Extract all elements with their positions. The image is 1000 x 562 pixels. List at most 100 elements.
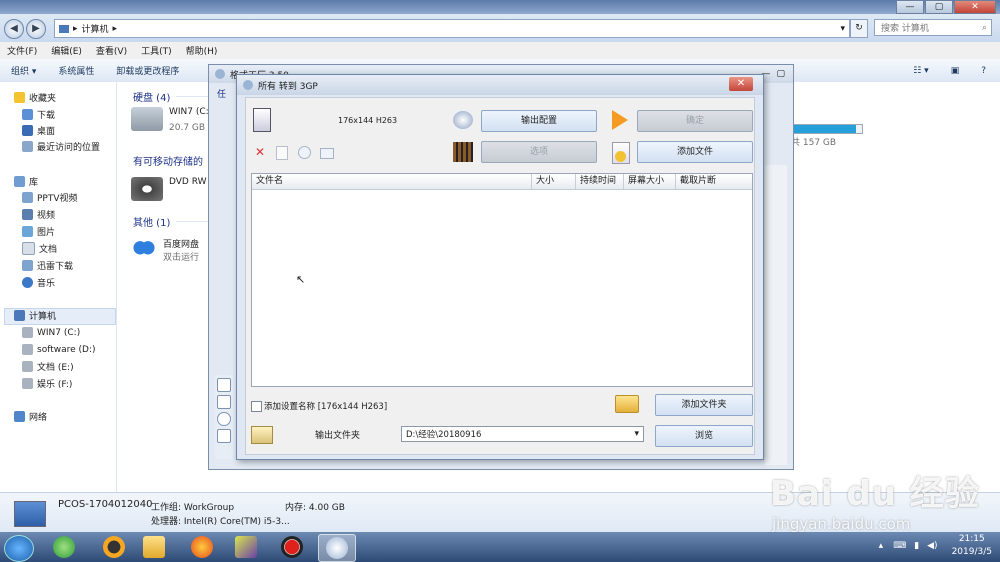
3gp-format-icon <box>253 108 271 132</box>
col-clip[interactable]: 截取片断 <box>676 174 752 189</box>
dvd-drive-tile[interactable]: DVD RW <box>131 177 207 201</box>
ok-button[interactable]: 确定 <box>637 110 753 132</box>
breadcrumb-chevron-icon[interactable]: ▸ <box>113 24 118 34</box>
menu-view[interactable]: 查看(V) <box>89 44 134 57</box>
bg-tab-label[interactable]: 任 <box>217 87 237 101</box>
menu-tools[interactable]: 工具(T) <box>134 44 179 57</box>
nav-documents[interactable]: 文档 <box>22 241 57 256</box>
nav-videos[interactable]: 视频 <box>22 207 55 222</box>
search-icon: ⌕ <box>981 22 987 33</box>
nav-drive-e[interactable]: 文档 (E:) <box>22 359 74 374</box>
col-size[interactable]: 大小 <box>532 174 576 189</box>
dialog-close-button[interactable]: ✕ <box>729 77 753 91</box>
menu-edit[interactable]: 编辑(E) <box>44 44 89 57</box>
refresh-button[interactable]: ↻ <box>850 19 868 38</box>
col-filename[interactable]: 文件名 <box>252 174 532 189</box>
bg-scrollbar[interactable] <box>765 165 787 465</box>
star-icon <box>14 92 25 103</box>
dialog-title: 所有 转到 3GP <box>258 81 318 92</box>
clear-list-icon[interactable] <box>276 146 288 160</box>
view-options-icon[interactable]: ☷ ▾ <box>902 66 939 76</box>
col-screen-size[interactable]: 屏幕大小 <box>624 174 676 189</box>
task-360-browser[interactable] <box>46 534 82 560</box>
baidu-netdisk-tile[interactable]: 百度网盘 双击运行 <box>131 237 199 263</box>
preview-pane-icon[interactable]: ▣ <box>940 66 971 76</box>
media-info-icon[interactable] <box>320 148 334 159</box>
window-title-strip <box>0 0 1000 14</box>
nav-favorites[interactable]: 收藏夹 <box>14 90 56 105</box>
add-folder-button[interactable]: 添加文件夹 <box>655 394 753 416</box>
address-bar[interactable]: ▸ 计算机 ▸ ▾ <box>54 19 850 38</box>
nav-libraries[interactable]: 库 <box>14 174 38 189</box>
back-button[interactable]: ◀ <box>4 19 24 39</box>
task-qq[interactable] <box>96 534 132 560</box>
nav-desktop[interactable]: 桌面 <box>22 123 55 138</box>
nav-computer[interactable]: 计算机 <box>14 308 56 323</box>
uninstall-program-button[interactable]: 卸载或更改程序 <box>105 64 190 77</box>
computer-icon <box>59 24 69 33</box>
watermark-brand: Bai du 经验 <box>770 474 980 514</box>
bg-maximize-button[interactable]: ▢ <box>776 69 785 79</box>
col-duration[interactable]: 持续时间 <box>576 174 624 189</box>
nav-network[interactable]: 网络 <box>14 409 47 424</box>
baidu-netdisk-desc: 双击运行 <box>163 253 200 263</box>
output-folder-select[interactable]: D:\经验\20180916 ▾ <box>401 426 644 442</box>
app-icon <box>215 69 225 79</box>
add-setting-name-checkbox[interactable] <box>251 400 262 412</box>
tray-network-icon[interactable]: ▮ <box>914 541 919 551</box>
windows-drive-icon <box>131 107 163 131</box>
breadcrumb-computer[interactable]: 计算机 <box>82 22 109 35</box>
nav-pictures[interactable]: 图片 <box>22 224 55 239</box>
output-config-button[interactable]: 输出配置 <box>481 110 597 132</box>
organize-button[interactable]: 组织 ▾ <box>0 64 47 77</box>
address-dropdown-icon[interactable]: ▾ <box>840 24 845 34</box>
task-media[interactable] <box>228 534 264 560</box>
video-options-icon <box>453 142 473 162</box>
nav-drive-c[interactable]: WIN7 (C:) <box>22 325 80 340</box>
start-button[interactable] <box>4 535 34 562</box>
system-properties-button[interactable]: 系统属性 <box>47 64 105 77</box>
nav-drive-f[interactable]: 娱乐 (F:) <box>22 376 72 391</box>
nav-downloads[interactable]: 下载 <box>22 107 55 122</box>
task-recorder[interactable] <box>274 534 310 560</box>
baidu-jingyan-watermark: Bai du 经验 jingyan.baidu.com <box>770 458 998 538</box>
search-input[interactable]: 搜索 计算机 ⌕ <box>874 19 992 36</box>
remove-icon[interactable]: ✕ <box>255 145 265 159</box>
rom-category-icon[interactable] <box>217 412 231 426</box>
drive-total-size: 共 157 GB <box>791 138 837 148</box>
add-file-button[interactable]: 添加文件 <box>637 141 753 163</box>
group-removable: 有可移动存储的 <box>133 153 203 168</box>
picture-category-icon[interactable] <box>217 395 231 409</box>
nav-pptv[interactable]: PPTV视频 <box>22 190 78 205</box>
record-icon <box>281 536 303 558</box>
drive-c-tile[interactable]: WIN7 (C:) 20.7 GB <box>131 107 212 133</box>
tools-category-icon[interactable] <box>217 429 231 443</box>
menu-file[interactable]: 文件(F) <box>0 44 44 57</box>
options-button[interactable]: 选项 <box>481 141 597 163</box>
maximize-button[interactable]: ▢ <box>925 0 953 14</box>
clock-date: 2019/3/5 <box>951 547 992 557</box>
help-icon[interactable]: ? <box>970 66 1000 76</box>
play-icon[interactable] <box>298 146 311 159</box>
details-pc-name: PCOS-1704012040 <box>58 499 153 510</box>
forward-button[interactable]: ▶ <box>26 19 46 39</box>
dialog-titlebar: 所有 转到 3GP <box>237 75 763 95</box>
browse-button[interactable]: 浏览 <box>655 425 753 447</box>
tray-volume-icon[interactable]: ◀) <box>927 541 937 551</box>
menu-help[interactable]: 帮助(H) <box>179 44 225 57</box>
task-firefox[interactable] <box>184 534 220 560</box>
file-list[interactable]: 文件名 大小 持续时间 屏幕大小 截取片断 ↖ <box>251 173 753 387</box>
nav-xunlei[interactable]: 迅雷下载 <box>22 258 73 273</box>
task-explorer[interactable] <box>136 534 172 560</box>
nav-recent[interactable]: 最近访问的位置 <box>22 139 100 154</box>
tray-expand-icon[interactable]: ▴ <box>879 541 884 551</box>
minimize-button[interactable]: — <box>896 0 924 14</box>
media-player-icon <box>235 536 257 558</box>
task-format-factory[interactable] <box>318 534 356 562</box>
close-button[interactable]: ✕ <box>954 0 996 14</box>
nav-drive-e-label: 文档 (E:) <box>37 363 74 373</box>
audio-category-icon[interactable] <box>217 378 231 392</box>
nav-drive-d[interactable]: software (D:) <box>22 342 96 357</box>
nav-music[interactable]: 音乐 <box>22 275 55 290</box>
tray-keyboard-icon[interactable]: ⌨ <box>893 541 906 551</box>
